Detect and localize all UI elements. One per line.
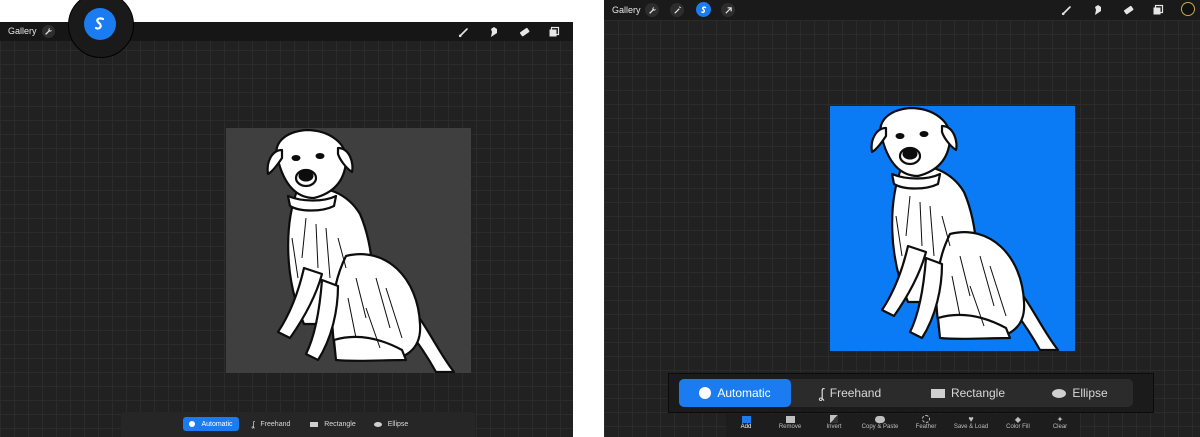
- mode-rectangle-label: Rectangle: [950, 386, 1006, 400]
- wrench-icon[interactable]: [42, 25, 55, 38]
- mode-automatic-label: Automatic: [201, 420, 233, 428]
- ellipse-icon: [373, 421, 382, 427]
- tool-copy-paste-label: Copy & Paste: [861, 424, 899, 430]
- ellipse-icon: [1052, 388, 1067, 398]
- tool-invert-label: Invert: [826, 424, 842, 430]
- mode-automatic-label: Automatic: [717, 386, 771, 400]
- color-fill-icon: ◆: [1014, 414, 1022, 424]
- eraser-icon[interactable]: [517, 25, 531, 39]
- artwork-canvas[interactable]: [226, 128, 471, 374]
- tool-remove[interactable]: Remove: [766, 414, 814, 437]
- rectangle-icon: [310, 421, 319, 427]
- tool-add[interactable]: Add: [726, 414, 766, 437]
- tool-clear-label: Clear: [1052, 424, 1068, 430]
- feather-icon: [922, 414, 930, 424]
- selection-mode-bar: Automatic ʆ Freehand Rectangle Ellipse: [679, 379, 1133, 407]
- brush-icon[interactable]: [1060, 3, 1074, 17]
- dog-illustration: [870, 106, 1060, 352]
- tool-color-fill-label: Color Fill: [1006, 424, 1030, 430]
- wrench-icon[interactable]: [645, 3, 659, 17]
- selection-toolbar: Automatic ʆ Freehand Rectangle Ellipse: [121, 412, 475, 437]
- invert-icon: [830, 414, 838, 424]
- freehand-icon: ʆ: [251, 419, 255, 429]
- tool-clear[interactable]: ✦ Clear: [1040, 414, 1080, 437]
- mode-automatic[interactable]: Automatic: [679, 379, 791, 407]
- layers-icon[interactable]: [1151, 3, 1165, 17]
- top-toolbar: Gallery: [604, 0, 1200, 20]
- mode-rectangle[interactable]: Rectangle: [909, 379, 1027, 407]
- tool-feather[interactable]: Feather: [906, 414, 946, 437]
- automatic-icon: [189, 421, 196, 427]
- tool-invert[interactable]: Invert: [814, 414, 854, 437]
- tool-color-fill[interactable]: ◆ Color Fill: [996, 414, 1040, 437]
- layers-icon[interactable]: [547, 25, 561, 39]
- tool-remove-label: Remove: [778, 424, 802, 430]
- selection-toolbar: Automatic ʆ Freehand Rectangle Ellipse: [668, 373, 1154, 413]
- mode-rectangle[interactable]: Rectangle: [303, 417, 363, 431]
- mode-automatic[interactable]: Automatic: [183, 417, 239, 431]
- eraser-icon[interactable]: [1121, 3, 1135, 17]
- mode-ellipse[interactable]: Ellipse: [363, 417, 419, 431]
- gallery-button[interactable]: Gallery: [8, 26, 37, 36]
- magic-wand-icon[interactable]: [670, 3, 684, 17]
- artwork-canvas-selected[interactable]: [830, 106, 1075, 352]
- move-arrow-icon[interactable]: [721, 3, 735, 17]
- rectangle-icon: [930, 388, 945, 398]
- right-screenshot: Gallery Automatic ʆ Freehand Rectangle E…: [604, 0, 1200, 437]
- mode-ellipse-label: Ellipse: [1072, 386, 1108, 400]
- dog-illustration: [266, 128, 456, 374]
- tool-save-load-label: Save & Load: [953, 424, 989, 430]
- add-icon: [741, 414, 751, 424]
- mode-ellipse[interactable]: Ellipse: [1027, 379, 1133, 407]
- tool-feather-label: Feather: [915, 424, 937, 430]
- color-swatch-icon[interactable]: [1181, 2, 1195, 16]
- mode-ellipse-label: Ellipse: [387, 420, 409, 428]
- selection-actions-bar: Add Remove Invert Copy & Paste Feather ♥…: [726, 414, 1080, 437]
- clear-icon: ✦: [1056, 414, 1064, 424]
- brush-icon[interactable]: [457, 25, 471, 39]
- left-screenshot: Gallery Automatic ʆ Freehand Rectangle E…: [0, 0, 573, 437]
- smudge-icon[interactable]: [1091, 3, 1105, 17]
- selection-icon[interactable]: [696, 2, 711, 17]
- heart-icon: ♥: [968, 414, 974, 424]
- selection-mode-bar: Automatic ʆ Freehand Rectangle Ellipse: [183, 417, 419, 431]
- mode-freehand[interactable]: ʆ Freehand: [239, 417, 303, 431]
- gallery-button[interactable]: Gallery: [612, 5, 641, 15]
- mode-freehand-label: Freehand: [829, 386, 882, 400]
- tool-save-load[interactable]: ♥ Save & Load: [946, 414, 996, 437]
- automatic-icon: [699, 387, 712, 399]
- selection-icon[interactable]: [84, 8, 116, 40]
- mode-freehand-label: Freehand: [260, 420, 291, 428]
- tool-copy-paste[interactable]: Copy & Paste: [854, 414, 906, 437]
- tool-add-label: Add: [740, 424, 752, 430]
- mode-freehand[interactable]: ʆ Freehand: [791, 379, 909, 407]
- mode-rectangle-label: Rectangle: [324, 420, 356, 428]
- smudge-icon[interactable]: [487, 25, 501, 39]
- freehand-icon: ʆ: [818, 385, 824, 401]
- remove-icon: [785, 414, 795, 424]
- copy-paste-icon: [875, 414, 885, 424]
